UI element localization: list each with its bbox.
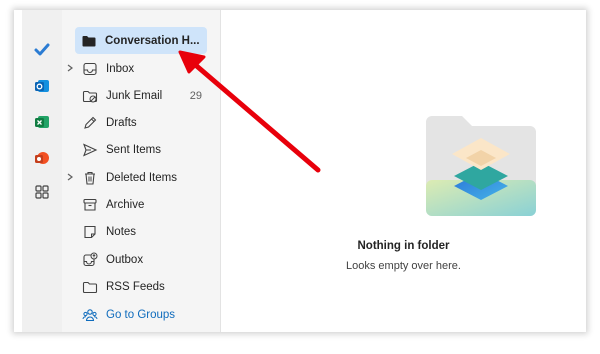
folder-icon: [82, 35, 96, 46]
office-app-icon[interactable]: [30, 146, 54, 170]
folder-label: Drafts: [106, 116, 137, 129]
app-rail: [22, 10, 62, 332]
empty-folder-illustration: [426, 116, 536, 216]
pencil-icon: [84, 116, 97, 129]
folder-item-inbox[interactable]: Inbox: [67, 55, 206, 82]
folder-item-archive[interactable]: Archive: [76, 191, 206, 218]
unread-count-badge: 29: [189, 89, 202, 102]
notes-icon: [84, 225, 96, 238]
folder-label: RSS Feeds: [106, 280, 165, 293]
apps-grid-icon[interactable]: [30, 180, 54, 204]
inbox-icon: [83, 62, 97, 75]
folder-item-rss-feeds[interactable]: RSS Feeds: [76, 273, 206, 300]
trash-icon: [85, 171, 95, 185]
folder-item-conversation-history[interactable]: Conversation H...: [75, 27, 207, 54]
empty-state-subtitle: Looks empty over here.: [346, 260, 461, 272]
junk-icon: [82, 90, 98, 102]
folder-label: Outbox: [106, 253, 144, 266]
folder-item-notes[interactable]: Notes: [76, 218, 206, 245]
outlook-app-icon[interactable]: [30, 74, 54, 98]
folder-pane: Conversation H... Inbox Junk Email 29 Dr…: [62, 10, 221, 332]
archive-icon: [83, 198, 97, 211]
folder-item-sent-items[interactable]: Sent Items: [76, 136, 206, 163]
chevron-right-icon[interactable]: [64, 170, 76, 184]
empty-state-title: Nothing in folder: [357, 240, 450, 252]
groups-icon: [82, 308, 98, 321]
folder-item-outbox[interactable]: Outbox: [76, 246, 206, 273]
folder-label: Conversation H...: [105, 34, 200, 47]
folder-label: Go to Groups: [106, 308, 176, 321]
go-to-groups-link[interactable]: Go to Groups: [76, 301, 206, 328]
excel-app-icon[interactable]: [30, 110, 54, 134]
folder-label: Deleted Items: [106, 171, 177, 184]
send-icon: [83, 142, 98, 157]
rss-folder-icon: [82, 281, 98, 293]
folder-label: Junk Email: [106, 89, 163, 102]
folder-label: Sent Items: [106, 143, 161, 156]
folder-item-drafts[interactable]: Drafts: [76, 109, 206, 136]
folder-label: Archive: [106, 198, 145, 211]
outbox-icon: [83, 252, 98, 266]
message-list-empty-state: Nothing in folder Looks empty over here.: [221, 10, 586, 332]
folder-item-junk-email[interactable]: Junk Email 29: [76, 82, 206, 109]
folder-label: Notes: [106, 225, 137, 238]
todo-check-icon[interactable]: [30, 38, 54, 62]
folder-label: Inbox: [106, 62, 135, 75]
chevron-right-icon[interactable]: [64, 61, 76, 75]
folder-item-deleted-items[interactable]: Deleted Items: [67, 164, 206, 191]
